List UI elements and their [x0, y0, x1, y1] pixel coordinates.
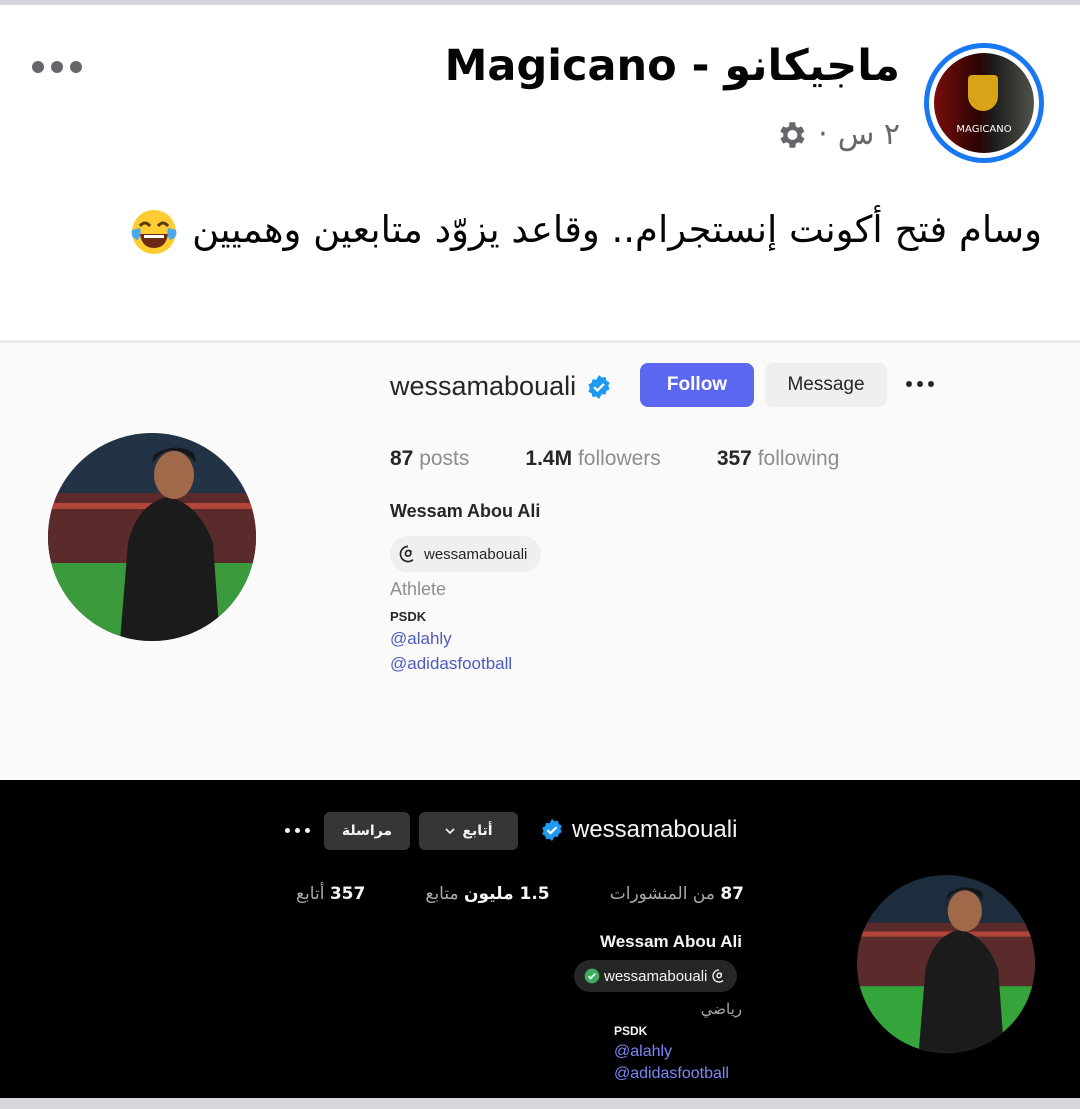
stat-following[interactable]: 357 following [717, 447, 840, 471]
username-text: wessamabouali [572, 816, 738, 843]
follow-button[interactable]: Follow [640, 363, 754, 407]
gear-icon [780, 121, 805, 148]
dot-icon [906, 381, 912, 387]
laughing-tears-emoji-icon [131, 209, 177, 254]
bio-link-adidasfootball[interactable]: @adidasfootball [390, 654, 512, 674]
profile-category: Athlete [390, 579, 447, 599]
following-button[interactable]: أتابع [419, 812, 518, 850]
profile-full-name: Wessam Abou Ali [390, 501, 541, 521]
profile-photo [48, 433, 256, 641]
stat-following[interactable]: 357 أتابع [296, 884, 365, 904]
bio-link-alahly[interactable]: @alahly [614, 1043, 672, 1061]
dot-icon [305, 828, 310, 833]
profile-options-button[interactable] [285, 828, 310, 833]
dot-icon [32, 61, 44, 73]
threads-handle: wessamabouali [424, 545, 528, 563]
meta-separator: · [818, 117, 828, 152]
message-button[interactable]: Message [765, 363, 887, 407]
profile-picture[interactable] [857, 875, 1035, 1053]
verified-badge-icon [542, 819, 562, 841]
dot-icon [51, 61, 63, 73]
profile-picture[interactable] [48, 433, 256, 641]
profile-photo [857, 875, 1035, 1053]
threads-icon [712, 969, 724, 983]
instagram-profile-light: wessamabouali Follow Message 87 posts 1.… [0, 340, 1080, 780]
chevron-down-icon [445, 828, 455, 835]
bottom-divider [0, 1098, 1080, 1109]
profile-full-name: Wessam Abou Ali [599, 932, 742, 951]
profile-username: wessamabouali [540, 816, 737, 844]
username-text: wessamabouali [390, 371, 577, 401]
dot-icon [917, 381, 923, 387]
threads-badge[interactable]: wessamabouali [574, 960, 738, 992]
profile-stats: 87 posts 1.4M followers 357 following [390, 447, 839, 471]
post-header: ماجيكانو - Magicano ٢ س · MAGICANO [0, 5, 1080, 165]
page-name[interactable]: ماجيكانو - Magicano [445, 41, 900, 91]
dot-icon [295, 828, 300, 833]
avatar-logo-text: MAGICANO [956, 124, 1012, 135]
post-text-content: وسام فتح أكونت إنستجرام.. وقاعد يزوّد مت… [192, 208, 1042, 251]
post-options-button[interactable] [32, 61, 82, 73]
dot-icon [285, 828, 290, 833]
avatar-image: MAGICANO [934, 53, 1034, 153]
following-label: أتابع [462, 823, 493, 839]
profile-category: رياضي [700, 1000, 742, 1018]
crest-logo [968, 75, 998, 111]
page-avatar[interactable]: MAGICANO [924, 43, 1044, 163]
bio-text: PSDK [614, 1024, 648, 1038]
profile-username: wessamabouali [390, 371, 612, 402]
threads-icon [399, 545, 414, 563]
stat-followers[interactable]: 1.4M followers [525, 447, 660, 471]
stat-followers[interactable]: 1.5 مليون متابع [425, 884, 549, 904]
post-text: وسام فتح أكونت إنستجرام.. وقاعد يزوّد مت… [62, 200, 1042, 260]
stat-posts[interactable]: 87 من المنشورات [610, 884, 744, 904]
verified-badge-icon [588, 374, 610, 399]
post-meta: ٢ س · [774, 117, 900, 152]
dot-icon [70, 61, 82, 73]
message-button[interactable]: مراسلة [324, 812, 410, 850]
profile-options-button[interactable] [906, 381, 934, 387]
threads-badge[interactable]: wessamabouali [390, 536, 542, 572]
instagram-profile-dark: مراسلة أتابع wessamabouali 87 من المنشور… [0, 780, 1080, 1098]
check-circle-icon [584, 968, 600, 984]
dot-icon [928, 381, 934, 387]
post-time[interactable]: ٢ س [838, 117, 900, 152]
bio-link-alahly[interactable]: @alahly [390, 629, 452, 649]
bio-link-adidasfootball[interactable]: @adidasfootball [614, 1065, 729, 1083]
stat-posts[interactable]: 87 posts [390, 447, 469, 471]
profile-stats: 87 من المنشورات 1.5 مليون متابع 357 أتاب… [296, 884, 744, 904]
threads-handle: wessamabouali [604, 967, 708, 985]
bio-text: PSDK [390, 609, 427, 624]
